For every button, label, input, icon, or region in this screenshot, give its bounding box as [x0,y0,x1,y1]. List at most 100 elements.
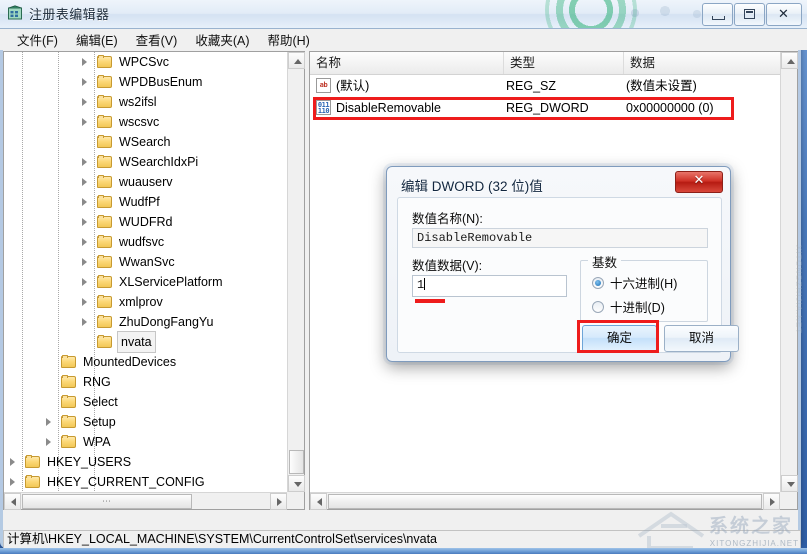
tree-item[interactable]: Setup [4,412,287,432]
tree-item[interactable]: wudfsvc [4,232,287,252]
menu-view[interactable]: 查看(V) [127,28,187,51]
registry-tree-pane: WPCSvc WPDBusEnum ws2ifsl wscsvc WSearch WSea… [3,51,305,510]
tree-item[interactable]: WPDBusEnum [4,72,287,92]
tree-item[interactable]: wuauserv [4,172,287,192]
list-horizontal-scrollbar[interactable] [310,492,780,510]
registry-editor-icon [8,5,22,20]
expand-arrow-icon[interactable] [80,317,91,328]
brand-name-cn: 系统之家 [708,516,793,537]
tree-item[interactable]: WPA [4,432,287,452]
tree-item[interactable]: nvata [4,331,287,353]
tree-item-label: HKEY_CURRENT_CONFIG [47,475,205,489]
list-hscroll-thumb[interactable] [328,494,762,509]
maximize-button[interactable] [734,3,765,26]
tree-scroll-left-button[interactable] [4,493,21,510]
expand-arrow-icon[interactable] [44,417,55,428]
tree-item[interactable]: ZhuDongFangYu [4,312,287,332]
dialog-close-button[interactable]: ✕ [675,171,723,193]
registry-tree[interactable]: WPCSvc WPDBusEnum ws2ifsl wscsvc WSearch WSea… [4,52,287,492]
folder-icon [61,415,77,429]
tree-item[interactable]: ws2ifsl [4,92,287,112]
value-name-label: 数值名称(N): [412,212,483,226]
tree-vertical-scrollbar[interactable] [287,52,305,492]
value-data-text: 1 [417,278,425,292]
tree-item[interactable]: Select [4,392,287,412]
expand-arrow-icon[interactable] [80,57,91,68]
column-header-type[interactable]: 类型 [504,52,624,74]
folder-icon [97,55,113,69]
expand-arrow-icon[interactable] [80,217,91,228]
tree-item[interactable]: WudfPf [4,192,287,212]
column-header-name[interactable]: 名称 [310,52,504,74]
tree-item-label: wudfsvc [119,235,165,249]
tree-item[interactable]: XLServicePlatform [4,272,287,292]
expand-arrow-icon[interactable] [80,117,91,128]
minimize-icon [712,16,725,20]
menu-file[interactable]: 文件(F) [8,28,67,51]
table-row[interactable]: 011 110 DisableRemovable REG_DWORD 0x0000000… [310,97,780,119]
list-scroll-up-button[interactable] [781,52,798,69]
tree-scroll-down-button[interactable] [288,475,305,492]
tree-item-label: wuauserv [119,175,173,189]
list-scroll-left-button[interactable] [310,493,327,510]
menu-favorites[interactable]: 收藏夹(A) [186,28,258,51]
cancel-button[interactable]: 取消 [664,325,739,352]
list-scroll-down-button[interactable] [781,475,798,492]
radio-hexadecimal-label: 十六进制(H) [610,277,678,291]
column-header-data[interactable]: 数据 [624,52,782,74]
folder-icon [97,115,113,129]
brand-name-en: XITONGZHIJIA.NET [709,539,799,548]
tree-item[interactable]: WSearch [4,132,287,152]
tree-item-label: WPDBusEnum [119,75,203,89]
list-scroll-right-button[interactable] [763,493,780,510]
minimize-button[interactable] [702,3,733,26]
radio-hexadecimal[interactable]: 十六进制(H) [592,273,677,292]
expand-arrow-icon[interactable] [80,197,91,208]
list-vertical-scrollbar[interactable] [780,52,798,492]
table-row[interactable]: ab (默认) REG_SZ (数值未设置) [310,75,780,97]
green-ring-watermark [545,0,637,28]
expand-arrow-icon[interactable] [80,157,91,168]
value-name-field[interactable]: DisableRemovable [412,228,708,248]
expand-arrow-icon[interactable] [80,77,91,88]
expand-arrow-icon[interactable] [80,97,91,108]
tree-scroll-thumb[interactable] [289,450,304,474]
radio-decimal[interactable]: 十进制(D) [592,297,665,316]
folder-icon [97,195,113,209]
tree-item-label: RNG [83,375,111,389]
menu-edit[interactable]: 编辑(E) [67,28,127,51]
dialog-body: 数值名称(N): DisableRemovable 数值数据(V): 1 基数 … [397,197,739,353]
expand-arrow-icon[interactable] [80,237,91,248]
expand-arrow-icon[interactable] [80,297,91,308]
expand-arrow-icon[interactable] [80,177,91,188]
tree-item[interactable]: HKEY_CURRENT_CONFIG [4,472,287,492]
expand-arrow-icon[interactable] [8,457,19,468]
value-data-field[interactable]: 1 [412,275,567,297]
tree-item[interactable]: WSearchIdxPi [4,152,287,172]
tree-item-label: WUDFRd [119,215,173,229]
expand-arrow-icon[interactable] [8,477,19,488]
tree-item-label: xmlprov [119,295,163,309]
expand-arrow-icon[interactable] [44,437,55,448]
tree-hscroll-thumb[interactable]: ⋯ [22,494,192,509]
tree-item-label: ZhuDongFangYu [119,315,214,329]
cell-value-data: 0x00000000 (0) [626,101,714,115]
tree-item[interactable]: WwanSvc [4,252,287,272]
tree-item[interactable]: HKEY_USERS [4,452,287,472]
tree-item[interactable]: WPCSvc [4,52,287,72]
tree-horizontal-scrollbar[interactable]: ⋯ [4,492,287,510]
close-button[interactable]: ✕ [766,3,802,26]
tree-item[interactable]: xmlprov [4,292,287,312]
tree-item[interactable]: wscsvc [4,112,287,132]
tree-item[interactable]: MountedDevices [4,352,287,372]
tree-item[interactable]: WUDFRd [4,212,287,232]
cell-value-type: REG_DWORD [506,101,589,115]
menu-help[interactable]: 帮助(H) [258,28,318,51]
expand-arrow-icon[interactable] [80,277,91,288]
tree-scroll-up-button[interactable] [288,52,305,69]
expand-arrow-icon[interactable] [80,257,91,268]
tree-scroll-right-button[interactable] [270,493,287,510]
tree-item[interactable]: RNG [4,372,287,392]
title-bar: 注册表编辑器 ✕ [0,0,807,29]
ok-button[interactable]: 确定 [582,325,657,352]
